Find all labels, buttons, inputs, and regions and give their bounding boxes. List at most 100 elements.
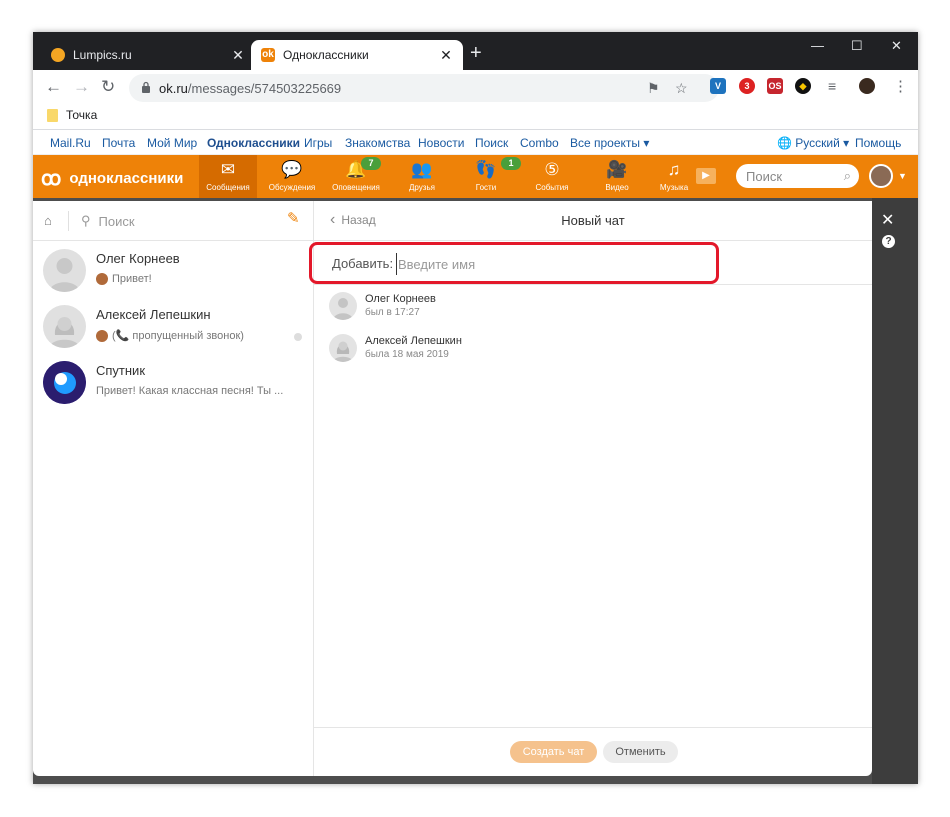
ok-logo-icon: ꝏ	[41, 168, 62, 190]
user-avatar[interactable]	[869, 164, 893, 188]
portal-link-znakomstva[interactable]: Знакомства	[345, 136, 410, 150]
portal-link-all-projects[interactable]: Все проекты ▾	[570, 136, 649, 150]
new-chat-footer: Создать чат Отменить	[314, 727, 872, 776]
portal-link-pochta[interactable]: Почта	[102, 136, 135, 150]
nav-video[interactable]: 🎥 Видео	[588, 155, 646, 198]
lock-icon	[142, 81, 150, 93]
nav-guests[interactable]: 👣 1 Гости	[457, 155, 521, 198]
search-icon: ⚲	[81, 213, 91, 228]
play-icon[interactable]: ▶	[696, 168, 716, 184]
portal-link-igry[interactable]: Игры	[304, 136, 332, 150]
extension-badge: 3	[744, 81, 750, 91]
avatar	[43, 361, 86, 404]
new-tab-button[interactable]: +	[470, 43, 482, 63]
bookmark-star-icon[interactable]: ☆	[675, 80, 688, 97]
maximize-icon[interactable]: ☐	[851, 38, 863, 54]
ok-logo[interactable]: ꝏ одноклассники	[41, 166, 183, 191]
guests-badge: 1	[501, 157, 521, 170]
conversation-name: Алексей Лепешкин	[96, 307, 211, 322]
reload-icon[interactable]: ↻	[101, 78, 115, 95]
conversations-search[interactable]: ⚲ Поиск	[81, 213, 135, 229]
conversation-item[interactable]: Олег Корнеев Привет!	[33, 245, 314, 301]
folder-icon	[47, 108, 58, 122]
nav-friends[interactable]: 👥 Друзья	[393, 155, 451, 198]
url-path: /messages/574503225669	[187, 81, 342, 96]
portal-link-poisk[interactable]: Поиск	[475, 136, 508, 150]
portal-link-mailru[interactable]: Mail.Ru	[50, 136, 91, 150]
ok-logo-text: одноклассники	[69, 170, 184, 187]
portal-link-combo[interactable]: Combo	[520, 136, 559, 150]
reading-list-icon[interactable]: ≡	[828, 78, 836, 95]
create-chat-button[interactable]: Создать чат	[510, 741, 597, 763]
conversation-preview: (📞 пропущенный звонок)	[96, 329, 244, 342]
tab-odnoklassniki[interactable]: ok Одноклассники ✕	[251, 40, 463, 70]
os-extension-icon[interactable]: OS	[767, 78, 783, 94]
ok-favicon-icon: ok	[261, 48, 275, 62]
address-bar[interactable]: ok.ru/messages/574503225669 ⚑ ☆	[129, 74, 719, 102]
url-host: ok.ru	[159, 81, 188, 96]
caret-down-icon[interactable]: ▼	[898, 171, 907, 181]
extension-puzzle-icon[interactable]: ⚑	[647, 80, 660, 97]
nav-label: Друзья	[409, 183, 435, 192]
compose-icon[interactable]: ✎	[287, 211, 303, 227]
caret-down-icon: ▾	[643, 136, 650, 150]
language-selector[interactable]: 🌐 Русский ▾	[777, 136, 849, 150]
home-icon[interactable]: ⌂	[44, 213, 52, 228]
contact-avatar	[329, 292, 357, 320]
close-icon[interactable]: ✕	[881, 210, 894, 230]
tab-title: Lumpics.ru	[73, 48, 132, 62]
nav-label: Видео	[605, 183, 629, 192]
help-icon[interactable]: ?	[882, 235, 895, 248]
help-link[interactable]: Помощь	[855, 136, 901, 150]
portal-link-novosti[interactable]: Новости	[418, 136, 464, 150]
nav-music[interactable]: ♫ Музыка	[645, 155, 703, 198]
discussions-icon: 💬	[281, 160, 303, 179]
avatar	[43, 305, 86, 348]
forward-arrow-icon[interactable]: →	[73, 78, 90, 95]
notifications-badge: 7	[361, 157, 381, 170]
tab-lumpics[interactable]: Lumpics.ru ✕	[41, 40, 255, 70]
nav-messages[interactable]: ✉ Сообщения	[199, 155, 257, 198]
divider	[68, 211, 69, 231]
content-overlay: ✕ ? ⌂ ⚲ Поиск ✎ Олег Корнеев Привет! Але…	[33, 198, 918, 784]
globe-icon: 🌐	[777, 136, 792, 150]
search-icon[interactable]: ⌕	[844, 168, 851, 184]
conversation-preview: Привет!	[96, 273, 152, 285]
cancel-button[interactable]: Отменить	[603, 741, 678, 763]
person-placeholder-icon	[333, 298, 353, 320]
conversation-item[interactable]: Спутник Привет! Какая классная песня! Ты…	[33, 357, 314, 413]
page-title: Новый чат	[561, 213, 625, 228]
bookmark-tochka[interactable]: Точка	[47, 108, 97, 122]
nav-notifications[interactable]: 🔔 7 Оповещения	[327, 155, 385, 198]
back-arrow-icon[interactable]: ←	[45, 78, 62, 95]
url-text: ok.ru/messages/574503225669	[159, 81, 341, 96]
vk-extension-icon[interactable]: V	[710, 78, 726, 94]
portal-link-moy-mir[interactable]: Мой Мир	[147, 136, 197, 150]
nav-events[interactable]: ⑤ События	[523, 155, 581, 198]
contact-status: была 18 мая 2019	[365, 349, 449, 360]
nav-label: Музыка	[659, 183, 689, 192]
bookmark-label: Точка	[66, 108, 98, 122]
sender-mini-avatar	[96, 273, 108, 285]
close-tab-icon[interactable]: ✕	[439, 47, 453, 64]
right-dark-strip	[872, 198, 918, 784]
chrome-menu-icon[interactable]: ⋮	[893, 78, 908, 95]
tab-title: Одноклассники	[283, 48, 369, 62]
extension-red-icon[interactable]: 3	[739, 78, 755, 94]
nav-label: Гости	[475, 183, 497, 192]
close-window-icon[interactable]: ✕	[891, 38, 902, 54]
minimize-icon[interactable]: —	[811, 38, 824, 53]
new-chat-header: ‹ Назад Новый чат	[314, 201, 872, 241]
caret-down-icon: ▾	[843, 136, 850, 150]
browser-toolbar: ← → ↻ ok.ru/messages/574503225669 ⚑ ☆ V …	[33, 70, 918, 104]
conversation-preview: Привет! Какая классная песня! Ты ...	[96, 385, 283, 397]
close-tab-icon[interactable]: ✕	[231, 47, 245, 64]
profile-avatar-icon[interactable]	[859, 78, 875, 94]
conversation-name: Олег Корнеев	[96, 251, 180, 266]
events-icon: ⑤	[544, 160, 560, 179]
shield-extension-icon[interactable]: ◆	[795, 78, 811, 94]
conversation-item[interactable]: Алексей Лепешкин (📞 пропущенный звонок)	[33, 301, 314, 357]
portal-link-ok[interactable]: Одноклассники	[207, 136, 300, 150]
ok-search-box[interactable]: Поиск ⌕	[736, 164, 859, 188]
nav-discussions[interactable]: 💬 Обсуждения	[263, 155, 321, 198]
